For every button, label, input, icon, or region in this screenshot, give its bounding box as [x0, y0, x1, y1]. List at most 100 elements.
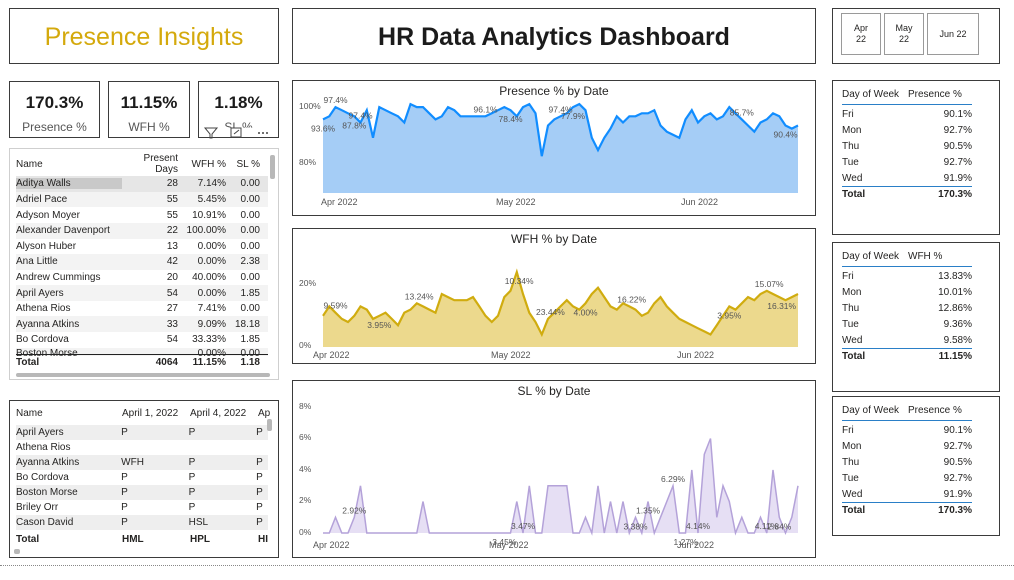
table-cell: 90.1% [943, 425, 972, 437]
data-label: 97.4% [324, 95, 349, 105]
table-cell: Thu [842, 456, 860, 468]
table-row[interactable]: Adriel Pace 55 5.45% 0.00 [16, 191, 268, 208]
kpi-wfh-value: 11.15% [120, 93, 178, 112]
side-table-row[interactable]: Thu 90.5% [842, 139, 972, 155]
side-table-header: Day of Week Presence % [842, 401, 972, 421]
y-tick-label: 6% [299, 432, 312, 442]
table-cell: Total [842, 188, 866, 200]
table-cell: 0.00% [197, 287, 226, 299]
side-table-row[interactable]: Wed 91.9% [842, 170, 972, 186]
table-cell: Boston Morse [16, 487, 78, 498]
focus-mode-icon[interactable] [230, 127, 242, 138]
y-tick-label: 8% [299, 401, 312, 411]
side-table-row[interactable]: Tue 92.7% [842, 470, 972, 486]
side-table-row[interactable]: Mon 92.7% [842, 439, 972, 455]
table-cell: Alyson Huber [16, 240, 77, 252]
attendance-hscroll[interactable] [14, 549, 20, 554]
side-table-row[interactable]: Mon 92.7% [842, 123, 972, 139]
data-label: 23.44% [536, 307, 565, 317]
table-row[interactable]: Boston Morse P P P [16, 485, 268, 500]
table-cell: Mon [842, 287, 862, 299]
table-row[interactable]: Athena Rios 27 7.41% 0.00 [16, 301, 268, 317]
col-present-days-header[interactable]: Present Days [122, 153, 178, 175]
table-cell: April Ayers [16, 427, 64, 438]
table-row[interactable]: Briley Orr P P P [16, 500, 268, 515]
data-label: 97.4% [349, 110, 374, 120]
slicer-jun-button[interactable]: Jun 22 [927, 13, 979, 55]
data-label: 4.14% [686, 521, 711, 531]
table-cell: P [188, 487, 196, 498]
table-cell: P [256, 517, 263, 528]
page-bottom-divider [0, 565, 1014, 566]
table-row[interactable]: Bo Cordova P P P [16, 470, 268, 485]
table-cell: P [256, 457, 263, 468]
table-cell: 40.00% [192, 271, 226, 283]
side-table-row[interactable]: Wed 91.9% [842, 486, 972, 502]
table-cell: 100.00% [186, 225, 226, 237]
x-tick-label: Jun 2022 [681, 197, 718, 207]
y-tick-label: 0% [299, 340, 312, 350]
data-label: 6.29% [661, 474, 686, 484]
table-row[interactable]: Athena Rios [16, 440, 268, 455]
data-label: 9.59% [324, 301, 349, 311]
attendance-scrollbar[interactable] [267, 419, 272, 431]
table-cell: P [188, 472, 196, 483]
table-cell: Mon [842, 441, 862, 453]
table-cell: P [188, 502, 196, 513]
horizontal-scrollbar[interactable] [16, 373, 270, 377]
side-table-row[interactable]: Fri 13.83% [842, 269, 972, 285]
y-tick-label: 80% [299, 157, 316, 167]
side-table-row[interactable]: Thu 12.86% [842, 301, 972, 317]
table-cell: 28 [166, 178, 178, 190]
more-options-icon[interactable] [258, 132, 268, 134]
data-label: 13.24% [405, 291, 434, 301]
filter-icon[interactable] [203, 127, 219, 139]
table-cell: 0.00 [240, 303, 260, 315]
visual-header-icons [203, 127, 268, 139]
table-cell: Thu [842, 140, 860, 152]
side-table-header: Day of Week Presence % [842, 85, 972, 105]
side-table-row[interactable]: Mon 10.01% [842, 285, 972, 301]
kpi-sl-value: 1.18% [214, 93, 263, 112]
table-row[interactable]: Bo Cordova 54 33.33% 1.85 [16, 332, 268, 348]
x-tick-label: May 2022 [491, 350, 531, 360]
attendance-table-total: Total HML HPL HI [16, 534, 268, 545]
table-row[interactable]: Ayanna Atkins 33 9.09% 18.18 [16, 316, 268, 333]
month-slicer: Apr 22 May 22 Jun 22 [832, 8, 1000, 64]
table-cell: Cason David [16, 517, 74, 528]
side-table-row[interactable]: Tue 92.7% [842, 154, 972, 170]
table-cell: Athena Rios [16, 303, 71, 315]
side-table-row[interactable]: Tue 9.36% [842, 316, 972, 332]
table-cell: P [121, 427, 128, 438]
slicer-may-button[interactable]: May 22 [884, 13, 924, 55]
brand-title: Presence Insights [44, 23, 244, 51]
side-table-row[interactable]: Wed 9.58% [842, 332, 972, 348]
side-table-row[interactable]: Fri 90.1% [842, 107, 972, 123]
col-sl-header[interactable]: SL % [226, 159, 260, 170]
table-cell: 91.9% [943, 488, 972, 500]
table-row[interactable]: Andrew Cummings 20 40.00% 0.00 [16, 270, 268, 286]
table-row[interactable]: Cason David P HSL P [16, 515, 268, 530]
table-row[interactable]: April Ayers P P P [16, 425, 268, 440]
col-name-header[interactable]: Name [16, 159, 122, 170]
table-cell: P [256, 487, 263, 498]
col-wfh-header[interactable]: WFH % [178, 159, 226, 170]
table-cell: Thu [842, 302, 860, 314]
data-label: 1.35% [636, 506, 661, 516]
table-row[interactable]: April Ayers 54 0.00% 1.85 [16, 285, 268, 301]
side-table-row[interactable]: Fri 90.1% [842, 423, 972, 439]
side-table-row[interactable]: Thu 90.5% [842, 455, 972, 471]
data-label: 3.95% [367, 320, 392, 330]
table-row[interactable]: Alexander Davenport 22 100.00% 0.00 [16, 222, 268, 239]
table-row[interactable]: Adyson Moyer 55 10.91% 0.00 [16, 207, 268, 223]
table-row[interactable]: Alyson Huber 13 0.00% 0.00 [16, 238, 268, 254]
table-cell: Mon [842, 125, 862, 137]
table-cell: P [188, 427, 196, 438]
table-cell: 2.38 [240, 256, 260, 268]
table-row[interactable]: Ana Little 42 0.00% 2.38 [16, 254, 268, 270]
kpi-wfh-card: 11.15% WFH % [108, 81, 190, 138]
vertical-scrollbar[interactable] [270, 155, 275, 179]
table-row[interactable]: Aditya Walls 28 7.14% 0.00 [16, 176, 268, 192]
table-row[interactable]: Ayanna Atkins WFH P P [16, 455, 268, 470]
slicer-apr-button[interactable]: Apr 22 [841, 13, 881, 55]
